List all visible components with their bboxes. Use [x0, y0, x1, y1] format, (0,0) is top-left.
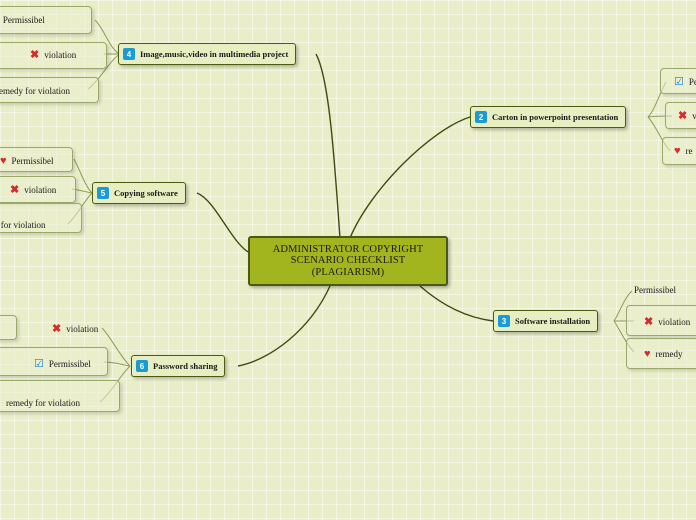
leaf-label: remedy	[655, 349, 683, 359]
branch-node-password-sharing[interactable]: 6 Password sharing	[131, 355, 226, 377]
branch-node-label: Software installation	[515, 316, 591, 326]
branch-number-badge: 5	[97, 187, 109, 199]
branch-number-badge: 3	[498, 315, 510, 327]
mindmap-canvas: ADMINISTRATOR COPYRIGHT SCENARIO CHECKLI…	[0, 0, 696, 520]
leaf-top-right-remedy[interactable]: ♥ re	[666, 139, 696, 163]
branch-node-label: Image,music,video in multimedia project	[140, 49, 289, 59]
leaf-label: violation	[44, 50, 77, 60]
branch-number-badge: 6	[136, 360, 148, 372]
leaf-label: vi	[692, 111, 696, 121]
leaf-label: violation	[24, 185, 57, 195]
leaf-top-right-permissible[interactable]: ☑ Pe	[666, 70, 696, 94]
check-icon: ☑	[34, 358, 44, 370]
heart-icon: ♥	[644, 348, 651, 360]
leaf-bottom-right-violation[interactable]: ✖ violation	[636, 310, 696, 334]
leaf-bottom-right-permissible-label: Permissibel	[634, 285, 676, 295]
branch-node-software-installation[interactable]: 3 Software installation	[493, 310, 599, 332]
branch-node-carton-powerpoint[interactable]: 2 Carton in powerpoint presentation	[470, 106, 627, 128]
leaf-label: remedy for violation	[0, 86, 70, 96]
leaf-label: Pe	[688, 77, 696, 87]
leaf-bottom-right-remedy[interactable]: ♥ remedy	[636, 342, 691, 366]
heart-icon: ♥	[0, 155, 7, 167]
leaf-group-bottom-left-violation-box	[0, 315, 17, 340]
cross-icon: ✖	[10, 184, 20, 196]
leaf-middle-left-remedy[interactable]: y for violation	[0, 213, 54, 237]
central-node-label: ADMINISTRATOR COPYRIGHT SCENARIO CHECKLI…	[272, 243, 424, 278]
branch-node-copying-software[interactable]: 5 Copying software	[92, 182, 186, 204]
leaf-label: Permissibel	[11, 156, 54, 166]
leaf-middle-left-permissible[interactable]: ♥ Permissibel	[0, 149, 62, 173]
check-icon: ☑	[674, 76, 684, 88]
leaf-bottom-left-permissible[interactable]: ☑ Permissibel	[26, 352, 99, 376]
leaf-top-left-permissible[interactable]: ☑ Permissibel	[0, 8, 53, 32]
cross-icon: ✖	[52, 323, 62, 335]
leaf-bottom-left-violation[interactable]: ✖ violation	[44, 317, 106, 341]
leaf-label: violation	[66, 324, 99, 334]
leaf-middle-left-violation[interactable]: ✖ violation	[2, 178, 64, 202]
branch-number-badge: 2	[475, 111, 487, 123]
central-node[interactable]: ADMINISTRATOR COPYRIGHT SCENARIO CHECKLI…	[248, 236, 448, 286]
cross-icon: ✖	[644, 316, 654, 328]
leaf-top-left-violation[interactable]: ✖ violation	[22, 43, 84, 67]
cross-icon: ✖	[30, 49, 40, 61]
leaf-label: Permissibel	[48, 359, 91, 369]
leaf-label: re	[685, 146, 693, 156]
leaf-top-left-remedy[interactable]: remedy for violation	[0, 79, 78, 103]
leaf-label: violation	[658, 317, 691, 327]
leaf-label: Permissibel	[2, 15, 45, 25]
branch-node-image-music-video[interactable]: 4 Image,music,video in multimedia projec…	[118, 43, 297, 65]
heart-icon: ♥	[674, 145, 681, 157]
leaf-top-right-violation[interactable]: ✖ vi	[670, 104, 696, 128]
cross-icon: ✖	[678, 110, 688, 122]
branch-node-label: Carton in powerpoint presentation	[492, 112, 619, 122]
leaf-bottom-left-remedy[interactable]: remedy for violation	[0, 391, 88, 415]
branch-node-label: Password sharing	[153, 361, 218, 371]
branch-node-label: Copying software	[114, 188, 178, 198]
leaf-label: remedy for violation	[6, 398, 80, 408]
branch-number-badge: 4	[123, 48, 135, 60]
leaf-label: y for violation	[0, 220, 46, 230]
